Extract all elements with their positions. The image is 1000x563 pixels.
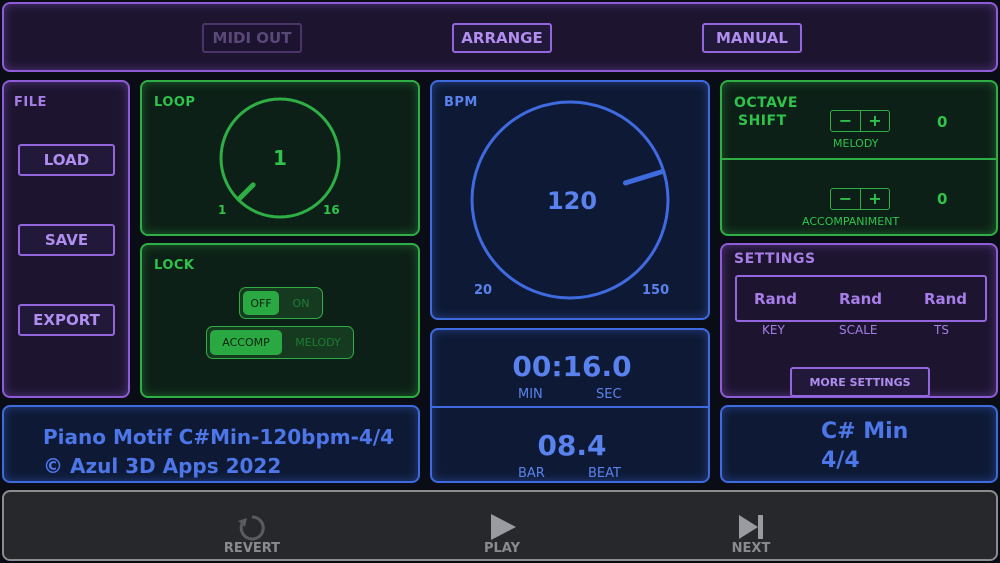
more-settings-button[interactable]: MORE SETTINGS bbox=[790, 367, 930, 397]
key-label: KEY bbox=[762, 323, 785, 337]
file-title: FILE bbox=[14, 95, 47, 110]
play-icon bbox=[491, 514, 516, 540]
info-panel: Piano Motif C#Min-120bpm-4/4 © Azul 3D A… bbox=[2, 405, 420, 483]
ts-rand-button[interactable]: Rand bbox=[913, 290, 978, 308]
transport-bar: REVERT PLAY NEXT bbox=[2, 490, 998, 561]
bpm-max: 150 bbox=[642, 283, 670, 298]
play-button[interactable]: PLAY bbox=[454, 502, 550, 560]
shift-title: SHIFT bbox=[738, 113, 787, 129]
bar-beat-position: 08.4 bbox=[537, 429, 607, 462]
current-time-signature: 4/4 bbox=[821, 448, 860, 473]
loop-panel: LOOP 1 1 16 bbox=[140, 80, 420, 236]
time-divider bbox=[432, 406, 708, 408]
min-label: MIN bbox=[518, 387, 543, 402]
elapsed-time: 00:16.0 bbox=[512, 350, 632, 383]
top-bar: MIDI OUT ARRANGE MANUAL bbox=[2, 2, 998, 72]
melody-octave-stepper: − + bbox=[830, 110, 890, 132]
octave-title: OCTAVE bbox=[734, 95, 798, 111]
scale-rand-button[interactable]: Rand bbox=[828, 290, 893, 308]
time-panel: 00:16.0 MIN SEC 08.4 BAR BEAT bbox=[430, 328, 710, 483]
export-button[interactable]: EXPORT bbox=[18, 304, 115, 336]
accomp-octave-value: 0 bbox=[937, 190, 948, 208]
current-key: C# Min bbox=[821, 419, 909, 444]
octave-shift-panel: OCTAVE SHIFT − + 0 MELODY − + 0 ACCOMPAN… bbox=[720, 80, 998, 236]
key-rand-button[interactable]: Rand bbox=[743, 290, 808, 308]
revert-icon bbox=[238, 515, 265, 541]
play-label: PLAY bbox=[483, 541, 521, 556]
sec-label: SEC bbox=[596, 387, 622, 402]
settings-panel: SETTINGS Rand Rand Rand KEY SCALE TS MOR… bbox=[720, 243, 998, 398]
loop-min: 1 bbox=[218, 203, 227, 217]
revert-button[interactable]: REVERT bbox=[204, 502, 300, 560]
lock-toggle[interactable]: OFF ON bbox=[239, 287, 323, 319]
octave-divider bbox=[722, 158, 996, 160]
file-panel: FILE LOAD SAVE EXPORT bbox=[2, 80, 130, 398]
melody-plus-button[interactable]: + bbox=[861, 111, 889, 131]
accomp-option[interactable]: ACCOMP bbox=[210, 330, 282, 355]
loop-value: 1 bbox=[273, 146, 287, 170]
settings-title: SETTINGS bbox=[734, 251, 816, 267]
lock-off-option[interactable]: OFF bbox=[243, 291, 279, 315]
load-button[interactable]: LOAD bbox=[18, 144, 115, 176]
save-button[interactable]: SAVE bbox=[18, 224, 115, 256]
ts-label: TS bbox=[934, 323, 949, 337]
manual-button[interactable]: MANUAL bbox=[702, 23, 802, 53]
melody-octave-label: MELODY bbox=[833, 137, 879, 150]
key-display-panel: C# Min 4/4 bbox=[720, 405, 998, 483]
bpm-dial-needle bbox=[622, 169, 665, 186]
lock-part-toggle[interactable]: ACCOMP MELODY bbox=[206, 326, 354, 359]
bar-label: BAR bbox=[518, 466, 545, 481]
melody-minus-button[interactable]: − bbox=[831, 111, 861, 131]
arrange-button[interactable]: ARRANGE bbox=[452, 23, 552, 53]
random-settings-group: Rand Rand Rand bbox=[735, 275, 987, 322]
accomp-octave-label: ACCOMPANIMENT bbox=[802, 215, 900, 228]
loop-dial-needle bbox=[236, 182, 256, 202]
motif-name: Piano Motif C#Min-120bpm-4/4 bbox=[43, 425, 395, 449]
next-icon bbox=[739, 515, 763, 539]
bpm-value: 120 bbox=[546, 187, 598, 215]
accomp-octave-stepper: − + bbox=[830, 188, 890, 210]
next-button[interactable]: NEXT bbox=[703, 502, 799, 560]
melody-octave-value: 0 bbox=[937, 113, 948, 131]
loop-max: 16 bbox=[323, 203, 340, 217]
scale-label: SCALE bbox=[839, 323, 878, 337]
midi-out-button[interactable]: MIDI OUT bbox=[202, 23, 302, 53]
accomp-plus-button[interactable]: + bbox=[861, 189, 889, 209]
copyright: © Azul 3D Apps 2022 bbox=[43, 454, 282, 478]
lock-panel: LOCK OFF ON ACCOMP MELODY bbox=[140, 243, 420, 398]
accomp-minus-button[interactable]: − bbox=[831, 189, 861, 209]
lock-title: LOCK bbox=[154, 258, 195, 273]
lock-on-option[interactable]: ON bbox=[282, 291, 320, 315]
bpm-panel: BPM 120 20 150 bbox=[430, 80, 710, 320]
melody-option[interactable]: MELODY bbox=[285, 330, 351, 355]
revert-label: REVERT bbox=[223, 541, 281, 556]
beat-label: BEAT bbox=[588, 466, 621, 481]
next-label: NEXT bbox=[731, 541, 771, 556]
bpm-min: 20 bbox=[474, 283, 493, 298]
